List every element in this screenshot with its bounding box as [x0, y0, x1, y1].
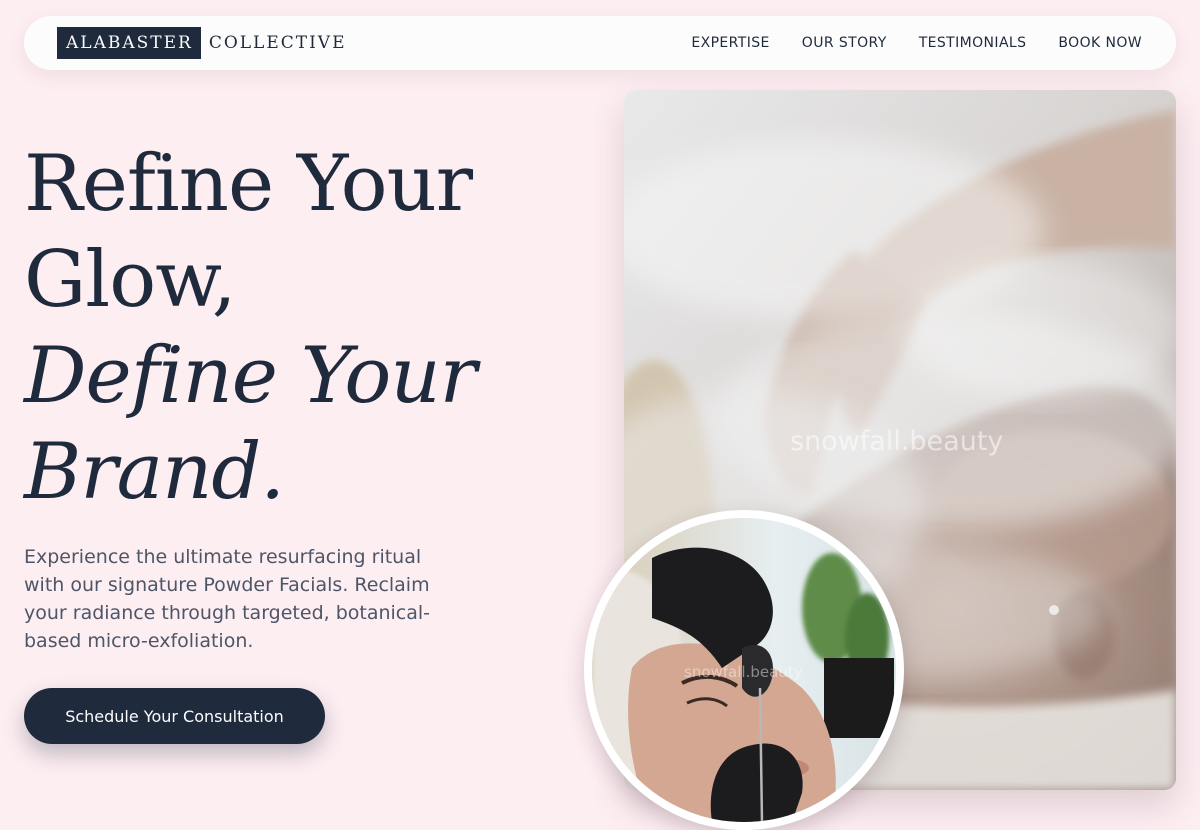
headline-line-4: Brand. [24, 427, 285, 517]
hero-description: Experience the ultimate resurfacing ritu… [24, 546, 431, 652]
logo-primary-word: ALABASTER [57, 27, 201, 59]
extraction-treatment-photo: snowfall.beauty [584, 510, 904, 830]
main-nav: EXPERTISE OUR STORY TESTIMONIALS BOOK NO… [659, 16, 1142, 70]
headline-line-3: Define Your [24, 331, 477, 421]
top-navbar: ALABASTER COLLECTIVE EXPERTISE OUR STORY… [24, 16, 1176, 70]
schedule-consultation-button[interactable]: Schedule Your Consultation [24, 688, 325, 744]
hero-headline: Refine Your Glow, Define Your Brand. [24, 136, 477, 520]
photo-watermark: snowfall.beauty [790, 426, 1004, 457]
nav-link-book-now[interactable]: BOOK NOW [1058, 35, 1142, 51]
circle-photo-watermark: snowfall.beauty [684, 663, 803, 681]
nav-link-testimonials[interactable]: TESTIMONIALS [919, 35, 1027, 51]
brand-logo[interactable]: ALABASTER COLLECTIVE [57, 27, 347, 59]
circle-photo-frame: snowfall.beauty [592, 518, 896, 822]
headline-line-2: Glow, [24, 235, 237, 325]
headline-line-1: Refine Your [24, 139, 473, 229]
logo-secondary-word: COLLECTIVE [208, 33, 347, 53]
nav-link-our-story[interactable]: OUR STORY [802, 35, 887, 51]
nav-link-expertise[interactable]: EXPERTISE [691, 35, 769, 51]
